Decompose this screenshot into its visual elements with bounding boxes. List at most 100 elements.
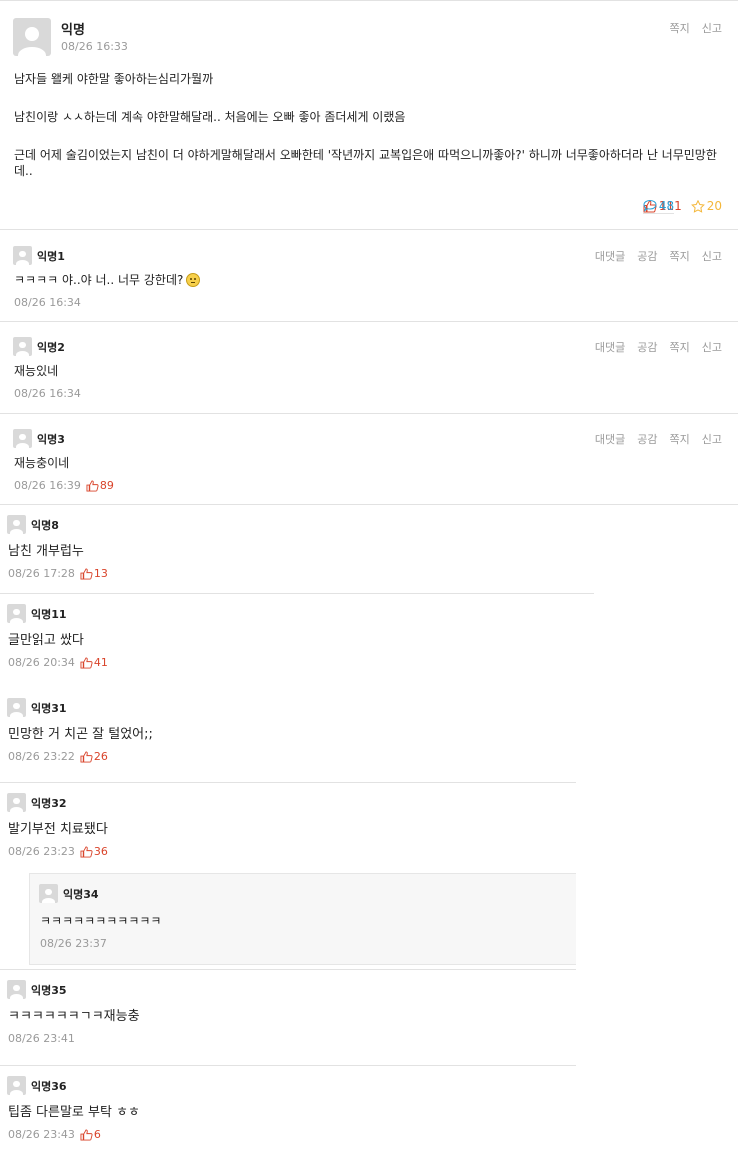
comment-author[interactable]: 익명1 [37,248,65,264]
reply-button[interactable]: 대댓글 [595,250,625,263]
comment-text: 글만읽고 쌌다 [8,633,84,648]
report-button[interactable]: 신고 [702,22,722,35]
thumbs-up-icon [86,479,99,492]
comment-author[interactable]: 익명35 [31,982,67,998]
comment-meta: 08/26 23:43 6 [8,1128,101,1141]
comment-header: 익명36 [7,1076,67,1095]
like-value: 41 [93,656,108,669]
comment-item: 익명11 글만읽고 쌌다 08/26 20:34 41 [0,594,594,688]
post-stats: 111 48 20 [642,198,722,214]
comment-item: 익명1 대댓글 공감 쪽지 신고 ㅋㅋㅋㅋ 야..야 너.. 너무 강한데? 08/2… [0,231,738,322]
user-avatar-icon[interactable] [7,698,26,717]
report-button[interactable]: 신고 [702,250,722,263]
comment-author[interactable]: 익명2 [37,339,65,355]
comment-header: 익명11 [7,604,67,623]
comment-like-count: 89 [86,479,114,492]
comment-date: 08/26 23:43 [8,1128,75,1141]
post: 익명 08/26 16:33 쪽지 신고 남자들 왤케 야한말 좋아하는심리가뭘까… [0,0,738,230]
comment-like-count: 41 [80,656,108,669]
comment-like-count: 13 [80,567,108,580]
thumbs-up-icon [80,567,93,580]
like-value: 36 [93,845,108,858]
comment-text: ㅋㅋㅋㅋㅋㅋㄱㅋ재능충 [8,1009,140,1024]
message-button[interactable]: 쪽지 [670,22,690,35]
comment-author[interactable]: 익명31 [31,700,67,716]
user-avatar-icon[interactable] [7,515,26,534]
reply-date: 08/26 23:37 [40,937,107,950]
vote-button[interactable]: 공감 [637,341,657,354]
comment-header: 익명35 [7,980,67,999]
comment-author[interactable]: 익명36 [31,1078,67,1094]
comment-text-content: ㅋㅋㅋㅋ 야..야 너.. 너무 강한데? [14,273,184,287]
comment-author[interactable]: 익명11 [31,606,67,622]
post-actions: 쪽지 신고 [658,20,723,36]
comment-count-value: 48 [658,198,675,213]
vote-button[interactable]: 공감 [637,250,657,263]
comment-header: 익명8 [7,515,59,534]
comment-text: 팁좀 다른말로 부탁 ㅎㅎ [8,1105,140,1120]
comment-header: 익명3 [13,429,65,448]
comment-text: 남친 개부럽누 [8,544,84,559]
comment-like-count: 6 [80,1128,101,1141]
comment-date: 08/26 17:28 [8,567,75,580]
comment-item: 익명3 대댓글 공감 쪽지 신고 재능충이네 08/26 16:39 89 [0,414,738,505]
like-value: 26 [93,750,108,763]
post-body: 남자들 왤케 야한말 좋아하는심리가뭘까 남친이랑 ㅅㅅ하는데 계속 야한말해달… [14,71,724,201]
reply-button[interactable]: 대댓글 [595,341,625,354]
comment-author[interactable]: 익명3 [37,431,65,447]
report-button[interactable]: 신고 [702,433,722,446]
comment-meta: 08/26 20:34 41 [8,656,108,669]
scrap-count[interactable]: 20 [690,199,722,213]
user-avatar-icon[interactable] [39,884,58,903]
comment-text: ㅋㅋㅋㅋ 야..야 너.. 너무 강한데? [14,271,201,288]
user-avatar-icon[interactable] [7,980,26,999]
comment-meta: 08/26 16:34 [14,387,81,400]
user-avatar-icon[interactable] [13,429,32,448]
comment-date: 08/26 23:41 [8,1032,75,1045]
message-button[interactable]: 쪽지 [670,250,690,263]
comment-count[interactable]: 48 [642,198,675,214]
report-button[interactable]: 신고 [702,341,722,354]
comment-item: 익명2 대댓글 공감 쪽지 신고 재능있네 08/26 16:34 [0,322,738,414]
post-author[interactable]: 익명 [61,19,85,38]
speech-bubble-icon [643,199,657,212]
comment-date: 08/26 23:22 [8,750,75,763]
comment-date: 08/26 16:39 [14,479,81,492]
author-avatar[interactable] [13,18,51,56]
post-title-line: 남자들 왤케 야한말 좋아하는심리가뭘까 [14,72,214,86]
user-avatar-icon[interactable] [7,793,26,812]
vote-button[interactable]: 공감 [637,433,657,446]
message-button[interactable]: 쪽지 [670,433,690,446]
reply-header: 익명34 [39,884,99,903]
comment-header: 익명31 [7,698,67,717]
comment-item: 익명32 발기부전 치료됐다 08/26 23:23 36 [0,783,576,873]
reply-author[interactable]: 익명34 [63,886,99,902]
reply-text: ㅋㅋㅋㅋㅋㅋㅋㅋㅋㅋㅋ [40,914,162,928]
reply-button[interactable]: 대댓글 [595,433,625,446]
comment-meta: 08/26 16:34 [14,296,81,309]
comment-text: 재능있네 [14,364,59,378]
comment-actions: 대댓글 공감 쪽지 신고 [583,248,722,264]
post-paragraph: 근데 어제 술김이었는지 남친이 더 야하게말해달래서 오빠한테 '작년까지 교… [14,148,717,178]
comment-text: 민망한 거 치곤 잘 털었어;; [8,727,153,742]
thumbs-up-icon [80,845,93,858]
comment-meta: 08/26 17:28 13 [8,567,108,580]
thumbs-up-icon [80,750,93,763]
comment-author[interactable]: 익명8 [31,517,59,533]
star-icon [690,199,705,213]
user-avatar-icon[interactable] [13,337,32,356]
like-value: 13 [93,567,108,580]
comment-actions: 대댓글 공감 쪽지 신고 [583,339,722,355]
smiley-face-emoji-icon [186,273,201,287]
comment-meta: 08/26 23:23 36 [8,845,108,858]
user-avatar-icon[interactable] [7,604,26,623]
comment-date: 08/26 20:34 [8,656,75,669]
user-avatar-icon[interactable] [7,1076,26,1095]
thumbs-up-icon [80,1128,93,1141]
user-avatar-icon[interactable] [13,246,32,265]
comment-item: 익명8 남친 개부럽누 08/26 17:28 13 [0,505,594,594]
comment-header: 익명32 [7,793,67,812]
message-button[interactable]: 쪽지 [670,341,690,354]
comment-date: 08/26 23:23 [8,845,75,858]
comment-author[interactable]: 익명32 [31,795,67,811]
